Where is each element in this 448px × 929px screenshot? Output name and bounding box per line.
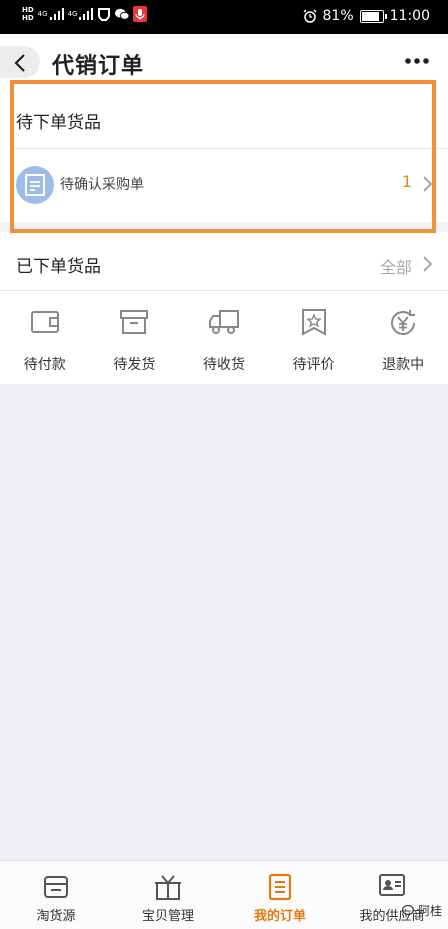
network-type-2: 4G	[67, 10, 78, 18]
status-pending-payment[interactable]: 待付款	[0, 308, 90, 390]
watermark: 阿桂	[401, 902, 442, 919]
status-label: 待评价	[292, 357, 335, 373]
hd-top-label: HD	[22, 6, 34, 14]
tab-label: 淘货源	[36, 909, 76, 924]
gift-icon	[155, 875, 181, 900]
status-pending-shipment[interactable]: 待发货	[90, 308, 180, 390]
status-pending-review[interactable]: 待评价	[269, 308, 359, 390]
order-list-icon	[268, 873, 292, 901]
status-label: 待收货	[202, 357, 245, 373]
recorder-icon	[133, 6, 148, 22]
chevron-left-icon	[14, 54, 25, 72]
battery-percent: 81%	[322, 8, 354, 24]
chevron-right-icon	[423, 256, 432, 272]
tab-label: 我的订单	[253, 909, 306, 924]
tab-product-management[interactable]: 宝贝管理	[112, 861, 224, 929]
status-label: 待发货	[113, 357, 156, 373]
battery-icon	[359, 9, 387, 23]
hd-bottom-label: HD	[22, 14, 34, 22]
box-icon	[120, 310, 149, 334]
chat-bubble-icon	[401, 904, 415, 915]
status-refunding[interactable]: 退款中	[358, 308, 448, 390]
tab-source-goods[interactable]: 淘货源	[0, 861, 112, 929]
alarm-icon	[302, 9, 317, 23]
tab-label: 宝贝管理	[141, 909, 194, 924]
watermark-text: 阿桂	[417, 904, 442, 918]
cup-icon	[98, 8, 111, 21]
signal-icon-2	[79, 8, 94, 20]
divider	[0, 290, 448, 291]
order-status-row: 待付款 待发货 待收货 待评价 退款中	[0, 308, 448, 390]
bookmark-star-icon	[301, 309, 326, 336]
store-icon	[44, 876, 68, 898]
truck-icon	[208, 310, 239, 334]
status-label: 退款中	[382, 357, 425, 373]
network-type-1: 4G	[37, 10, 48, 18]
wallet-icon	[30, 311, 59, 333]
wechat-icon	[115, 8, 130, 20]
highlight-box	[10, 80, 436, 233]
back-button[interactable]	[0, 46, 40, 78]
tab-my-orders[interactable]: 我的订单	[224, 861, 336, 929]
refund-yen-icon	[391, 310, 416, 335]
status-bar: HD HD 4G 4G 81% 11:00	[0, 0, 448, 34]
view-all-link[interactable]: 全部	[380, 254, 412, 278]
bottom-tab-bar: 淘货源 宝贝管理 我的订单 我的供应商 阿桂	[0, 860, 448, 929]
id-card-icon	[379, 874, 405, 896]
ordered-section-title: 已下单货品	[16, 257, 101, 277]
hd-indicator: HD HD	[22, 6, 34, 22]
signal-icon	[49, 8, 64, 20]
ordered-section-row[interactable]: 已下单货品 全部	[0, 232, 448, 288]
page-title: 代销订单	[52, 54, 145, 79]
clock: 11:00	[389, 8, 430, 24]
status-label: 待付款	[23, 357, 66, 373]
status-pending-receipt[interactable]: 待收货	[179, 308, 269, 390]
more-icon[interactable]	[404, 56, 430, 66]
